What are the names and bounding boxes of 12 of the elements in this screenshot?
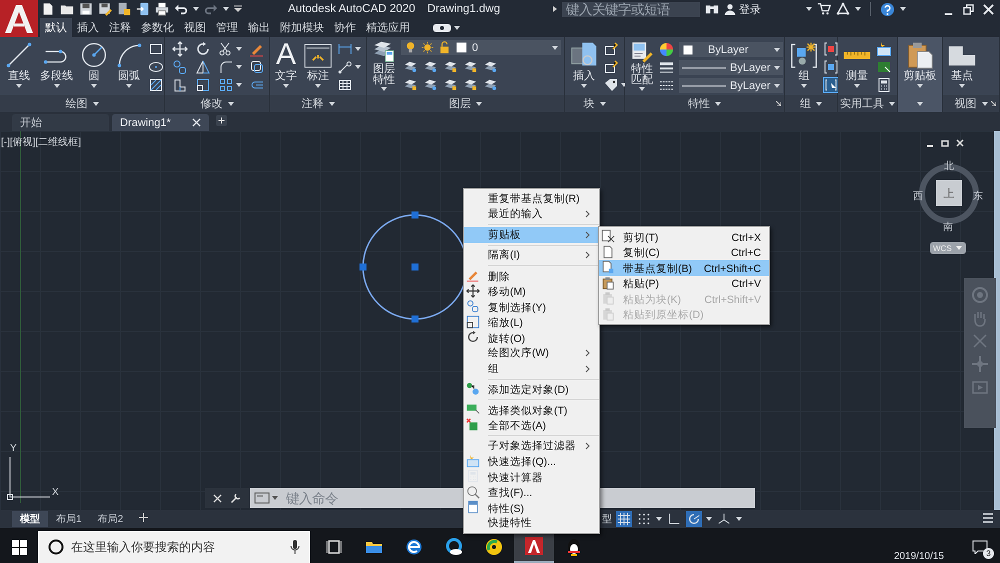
compass-label: 南 [942, 220, 954, 234]
compass-label: 西 [912, 190, 924, 203]
tab-label: Drawing1* [120, 116, 171, 128]
axis-label: Y [10, 443, 17, 454]
date-text: 2019/10/15 [894, 551, 944, 562]
compass-label: 北 [943, 160, 955, 173]
file-name: Drawing1.dwg [427, 3, 500, 15]
notification-count: 3 [983, 548, 994, 559]
window-title: Autodesk AutoCAD 2020 [288, 3, 416, 15]
compass-label: 东 [972, 190, 984, 203]
axis-label: X [52, 487, 59, 498]
tab-label: 开始 [20, 116, 42, 130]
